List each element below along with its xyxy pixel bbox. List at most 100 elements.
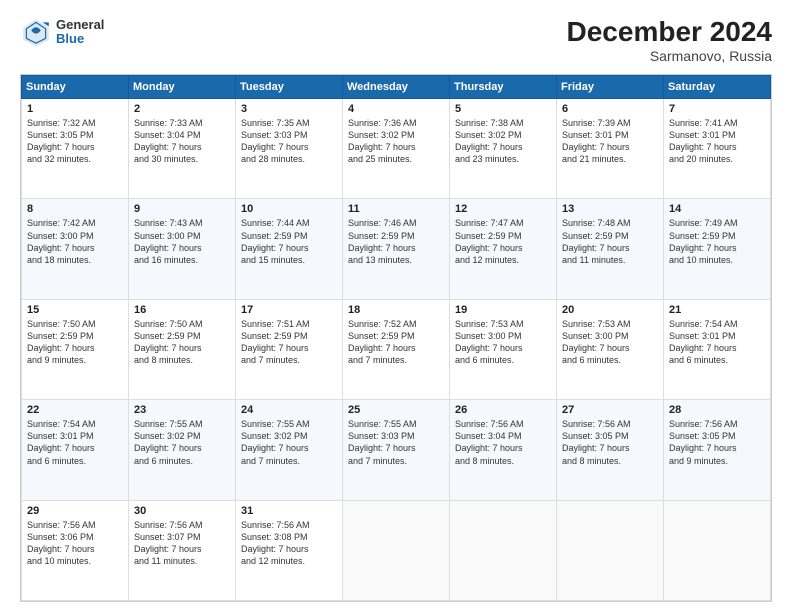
day-info: Sunrise: 7:52 AM Sunset: 2:59 PM Dayligh…: [348, 318, 444, 367]
day-cell: 19 Sunrise: 7:53 AM Sunset: 3:00 PM Dayli…: [450, 299, 557, 399]
day-info: Sunrise: 7:48 AM Sunset: 2:59 PM Dayligh…: [562, 217, 658, 266]
logo-icon: [20, 16, 52, 48]
week-row-1: 8 Sunrise: 7:42 AM Sunset: 3:00 PM Daylig…: [22, 199, 771, 299]
logo-line2: Blue: [56, 32, 104, 46]
logo-line1: General: [56, 18, 104, 32]
day-cell: 15 Sunrise: 7:50 AM Sunset: 2:59 PM Dayli…: [22, 299, 129, 399]
day-cell: 22 Sunrise: 7:54 AM Sunset: 3:01 PM Dayli…: [22, 400, 129, 500]
day-number: 6: [562, 103, 658, 115]
calendar-body: 1Sunrise: 7:32 AM Sunset: 3:05 PM Daylig…: [22, 99, 771, 601]
day-number: 24: [241, 404, 337, 416]
day-number: 11: [348, 203, 444, 215]
day-cell: [664, 500, 771, 600]
day-cell: 30 Sunrise: 7:56 AM Sunset: 3:07 PM Dayli…: [129, 500, 236, 600]
day-number: 17: [241, 304, 337, 316]
day-info: Sunrise: 7:54 AM Sunset: 3:01 PM Dayligh…: [27, 418, 123, 467]
day-info: Sunrise: 7:56 AM Sunset: 3:05 PM Dayligh…: [562, 418, 658, 467]
day-info: Sunrise: 7:32 AM Sunset: 3:05 PM Dayligh…: [27, 117, 123, 166]
day-cell: 27 Sunrise: 7:56 AM Sunset: 3:05 PM Dayli…: [557, 400, 664, 500]
day-cell: 24 Sunrise: 7:55 AM Sunset: 3:02 PM Dayli…: [236, 400, 343, 500]
day-cell: 25Sunrise: 7:55 AM Sunset: 3:03 PM Dayli…: [343, 400, 450, 500]
day-info: Sunrise: 7:38 AM Sunset: 3:02 PM Dayligh…: [455, 117, 551, 166]
day-info: Sunrise: 7:56 AM Sunset: 3:07 PM Dayligh…: [134, 519, 230, 568]
day-info: Sunrise: 7:51 AM Sunset: 2:59 PM Dayligh…: [241, 318, 337, 367]
day-number: 8: [27, 203, 123, 215]
week-row-3: 22 Sunrise: 7:54 AM Sunset: 3:01 PM Dayli…: [22, 400, 771, 500]
day-info: Sunrise: 7:53 AM Sunset: 3:00 PM Dayligh…: [562, 318, 658, 367]
day-number: 21: [669, 304, 765, 316]
day-info: Sunrise: 7:42 AM Sunset: 3:00 PM Dayligh…: [27, 217, 123, 266]
day-number: 30: [134, 505, 230, 517]
day-cell: 9 Sunrise: 7:43 AM Sunset: 3:00 PM Daylig…: [129, 199, 236, 299]
logo-text: General Blue: [56, 18, 104, 47]
week-row-2: 15 Sunrise: 7:50 AM Sunset: 2:59 PM Dayli…: [22, 299, 771, 399]
day-cell: 8 Sunrise: 7:42 AM Sunset: 3:00 PM Daylig…: [22, 199, 129, 299]
day-number: 13: [562, 203, 658, 215]
day-info: Sunrise: 7:56 AM Sunset: 3:05 PM Dayligh…: [669, 418, 765, 467]
header-cell-tuesday: Tuesday: [236, 76, 343, 99]
day-number: 19: [455, 304, 551, 316]
header-cell-sunday: Sunday: [22, 76, 129, 99]
calendar-subtitle: Sarmanovo, Russia: [567, 48, 772, 64]
day-number: 16: [134, 304, 230, 316]
day-cell: 21 Sunrise: 7:54 AM Sunset: 3:01 PM Dayli…: [664, 299, 771, 399]
day-number: 31: [241, 505, 337, 517]
day-info: Sunrise: 7:46 AM Sunset: 2:59 PM Dayligh…: [348, 217, 444, 266]
day-info: Sunrise: 7:36 AM Sunset: 3:02 PM Dayligh…: [348, 117, 444, 166]
day-cell: 29Sunrise: 7:56 AM Sunset: 3:06 PM Dayli…: [22, 500, 129, 600]
day-cell: 5 Sunrise: 7:38 AM Sunset: 3:02 PM Daylig…: [450, 99, 557, 199]
day-cell: [557, 500, 664, 600]
day-cell: 4 Sunrise: 7:36 AM Sunset: 3:02 PM Daylig…: [343, 99, 450, 199]
day-number: 15: [27, 304, 123, 316]
day-info: Sunrise: 7:54 AM Sunset: 3:01 PM Dayligh…: [669, 318, 765, 367]
day-cell: 31Sunrise: 7:56 AM Sunset: 3:08 PM Dayli…: [236, 500, 343, 600]
header-cell-saturday: Saturday: [664, 76, 771, 99]
day-info: Sunrise: 7:35 AM Sunset: 3:03 PM Dayligh…: [241, 117, 337, 166]
header-cell-thursday: Thursday: [450, 76, 557, 99]
day-cell: 10 Sunrise: 7:44 AM Sunset: 2:59 PM Dayli…: [236, 199, 343, 299]
day-cell: 12 Sunrise: 7:47 AM Sunset: 2:59 PM Dayli…: [450, 199, 557, 299]
day-cell: 3 Sunrise: 7:35 AM Sunset: 3:03 PM Daylig…: [236, 99, 343, 199]
day-cell: 26 Sunrise: 7:56 AM Sunset: 3:04 PM Dayli…: [450, 400, 557, 500]
day-number: 28: [669, 404, 765, 416]
day-info: Sunrise: 7:56 AM Sunset: 3:06 PM Dayligh…: [27, 519, 123, 568]
header-cell-wednesday: Wednesday: [343, 76, 450, 99]
calendar-header: SundayMondayTuesdayWednesdayThursdayFrid…: [22, 76, 771, 99]
day-number: 4: [348, 103, 444, 115]
day-number: 5: [455, 103, 551, 115]
header-cell-monday: Monday: [129, 76, 236, 99]
day-info: Sunrise: 7:44 AM Sunset: 2:59 PM Dayligh…: [241, 217, 337, 266]
day-number: 3: [241, 103, 337, 115]
day-number: 18: [348, 304, 444, 316]
day-cell: 13 Sunrise: 7:48 AM Sunset: 2:59 PM Dayli…: [557, 199, 664, 299]
day-number: 20: [562, 304, 658, 316]
day-cell: [450, 500, 557, 600]
day-number: 22: [27, 404, 123, 416]
day-info: Sunrise: 7:41 AM Sunset: 3:01 PM Dayligh…: [669, 117, 765, 166]
day-info: Sunrise: 7:33 AM Sunset: 3:04 PM Dayligh…: [134, 117, 230, 166]
day-number: 26: [455, 404, 551, 416]
day-info: Sunrise: 7:49 AM Sunset: 2:59 PM Dayligh…: [669, 217, 765, 266]
day-number: 25: [348, 404, 444, 416]
day-number: 9: [134, 203, 230, 215]
day-info: Sunrise: 7:55 AM Sunset: 3:02 PM Dayligh…: [241, 418, 337, 467]
day-info: Sunrise: 7:47 AM Sunset: 2:59 PM Dayligh…: [455, 217, 551, 266]
title-block: December 2024 Sarmanovo, Russia: [567, 16, 772, 64]
page: General Blue December 2024 Sarmanovo, Ru…: [0, 0, 792, 612]
week-row-4: 29Sunrise: 7:56 AM Sunset: 3:06 PM Dayli…: [22, 500, 771, 600]
day-number: 10: [241, 203, 337, 215]
calendar: SundayMondayTuesdayWednesdayThursdayFrid…: [20, 74, 772, 602]
day-cell: [343, 500, 450, 600]
day-info: Sunrise: 7:43 AM Sunset: 3:00 PM Dayligh…: [134, 217, 230, 266]
calendar-title: December 2024: [567, 16, 772, 48]
day-number: 27: [562, 404, 658, 416]
header: General Blue December 2024 Sarmanovo, Ru…: [20, 16, 772, 64]
day-info: Sunrise: 7:56 AM Sunset: 3:04 PM Dayligh…: [455, 418, 551, 467]
day-cell: 14Sunrise: 7:49 AM Sunset: 2:59 PM Dayli…: [664, 199, 771, 299]
day-info: Sunrise: 7:53 AM Sunset: 3:00 PM Dayligh…: [455, 318, 551, 367]
day-cell: 18 Sunrise: 7:52 AM Sunset: 2:59 PM Dayli…: [343, 299, 450, 399]
day-number: 12: [455, 203, 551, 215]
day-cell: 20 Sunrise: 7:53 AM Sunset: 3:00 PM Dayli…: [557, 299, 664, 399]
day-info: Sunrise: 7:50 AM Sunset: 2:59 PM Dayligh…: [134, 318, 230, 367]
day-info: Sunrise: 7:50 AM Sunset: 2:59 PM Dayligh…: [27, 318, 123, 367]
